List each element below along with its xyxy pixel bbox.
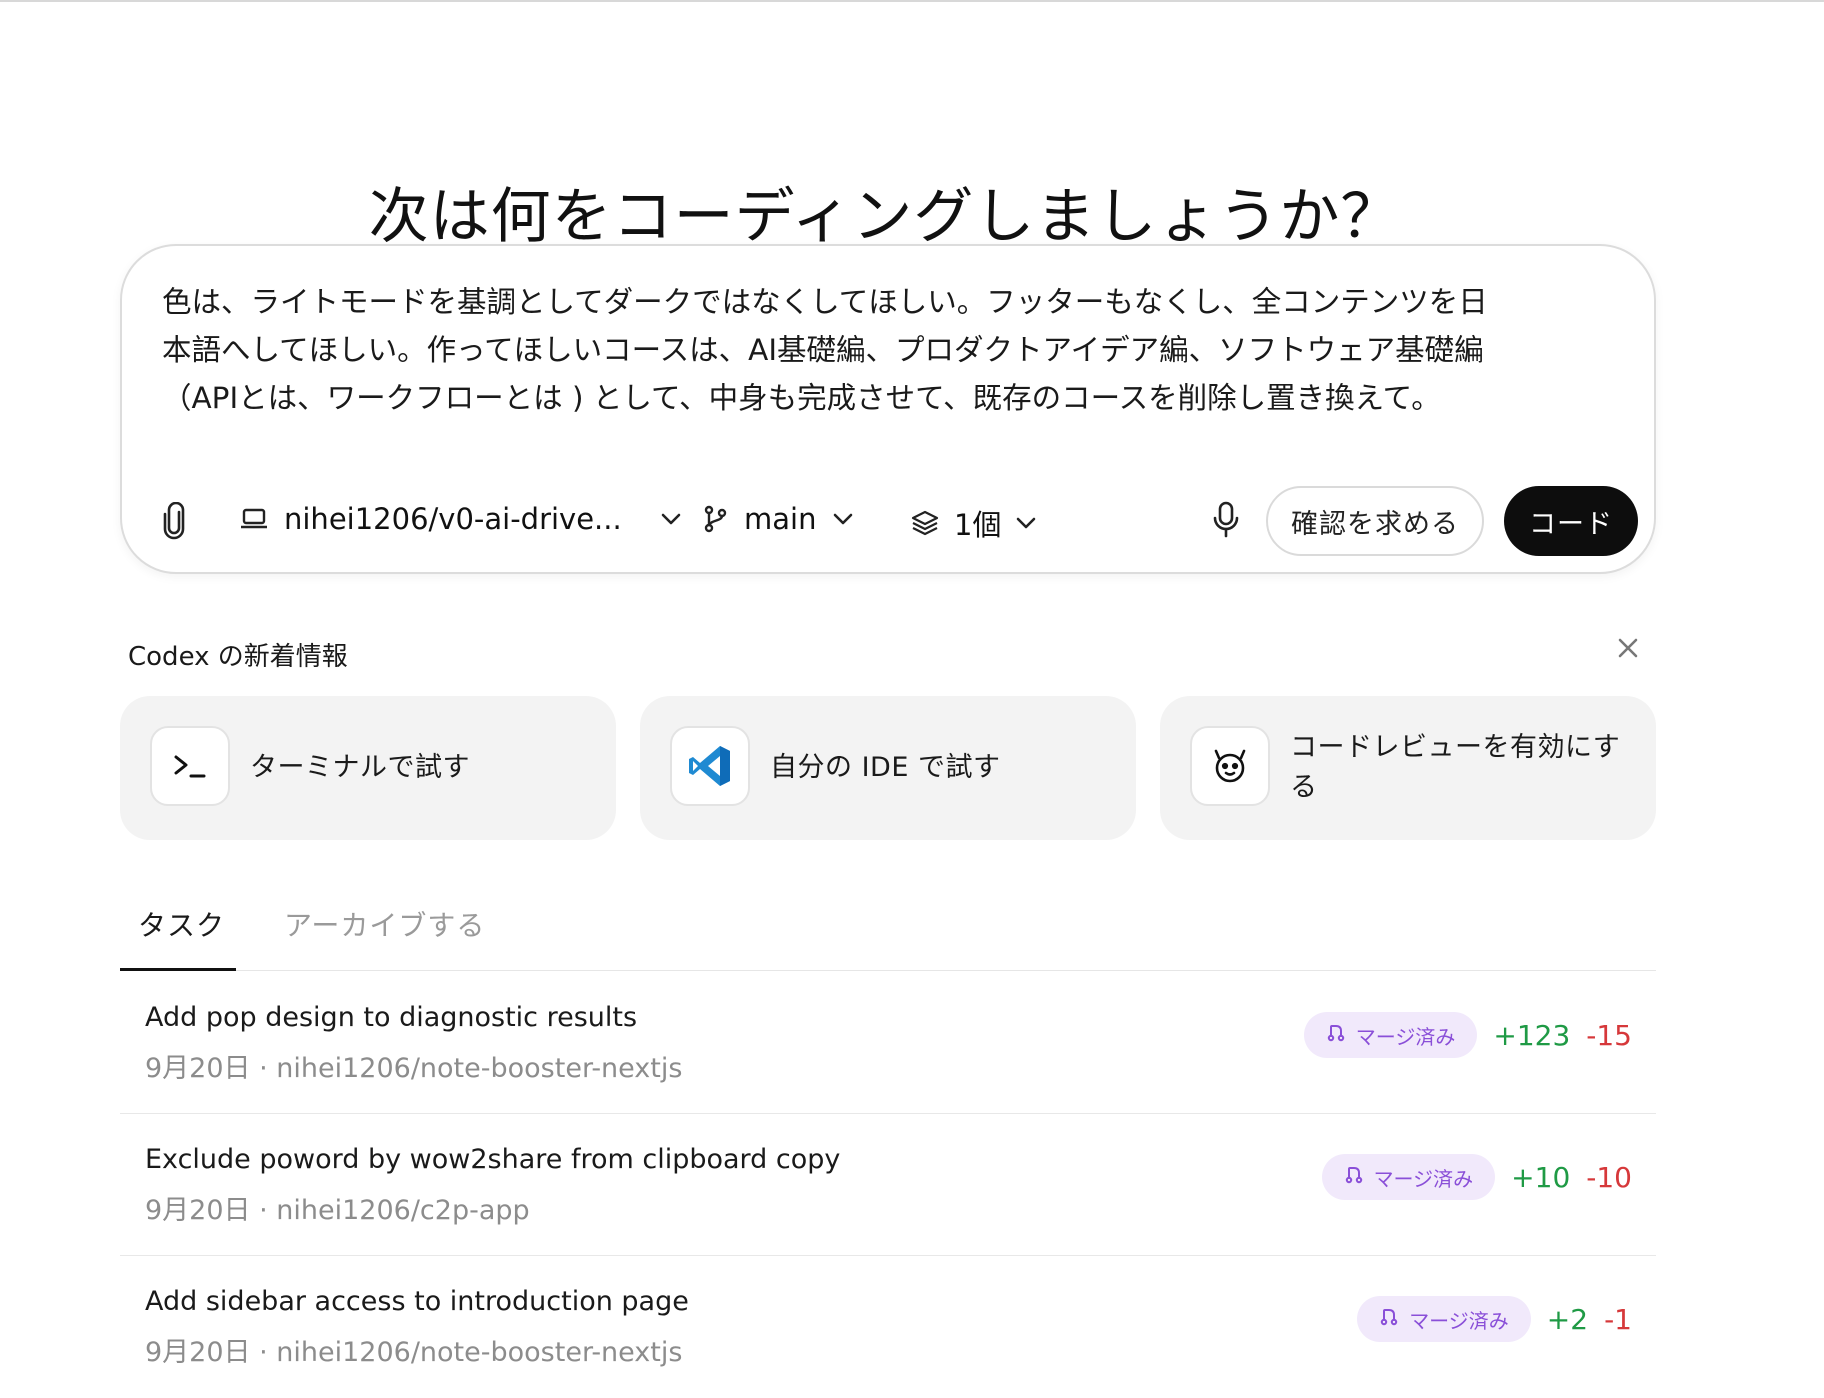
top-divider: [0, 0, 1824, 2]
task-meta: 9月20日 · nihei1206/note-booster-nextjs: [145, 1053, 683, 1084]
news-card-terminal[interactable]: ターミナルで試す: [120, 696, 616, 840]
news-card-ide[interactable]: 自分の IDE で試す: [640, 696, 1136, 840]
merge-icon: [1344, 1165, 1364, 1190]
voice-input-button[interactable]: [1212, 500, 1240, 540]
chevron-down-icon: [660, 512, 682, 526]
count-label: 1個: [954, 508, 1002, 542]
codex-bot-icon: [1190, 726, 1270, 806]
tab-archive[interactable]: アーカイブする: [284, 904, 485, 944]
tab-tasks[interactable]: タスク: [138, 904, 225, 944]
branch-selector[interactable]: main: [702, 502, 854, 536]
status-badge: マージ済み: [1321, 1154, 1496, 1200]
card-label: 自分の IDE で試す: [770, 752, 1001, 783]
microphone-icon: [1212, 500, 1240, 540]
ask-button[interactable]: 確認を求める: [1266, 486, 1484, 556]
vscode-icon: [670, 726, 750, 806]
task-row[interactable]: Add pop design to diagnostic results 9月2…: [120, 972, 1656, 1114]
task-title: Exclude poword by wow2share from clipboa…: [145, 1144, 841, 1175]
task-row[interactable]: Add sidebar access to introduction page …: [120, 1256, 1656, 1398]
laptop-icon: [240, 507, 268, 531]
deletions-count: -15: [1586, 1018, 1632, 1052]
additions-count: +123: [1493, 1018, 1571, 1052]
status-label: マージ済み: [1409, 1308, 1509, 1333]
close-icon[interactable]: [1614, 634, 1642, 666]
task-row[interactable]: Exclude poword by wow2share from clipboa…: [120, 1114, 1656, 1256]
paperclip-icon: [160, 502, 190, 540]
chevron-down-icon: [1015, 516, 1037, 530]
additions-count: +10: [1511, 1160, 1571, 1194]
task-title: Add sidebar access to introduction page: [145, 1286, 689, 1317]
prompt-composer: 色は、ライトモードを基調としてダークではなくしてほしい。フッターもなくし、全コン…: [120, 244, 1656, 574]
status-badge: マージ済み: [1303, 1012, 1478, 1058]
status-label: マージ済み: [1373, 1166, 1474, 1191]
attach-button[interactable]: [160, 502, 190, 540]
prompt-input[interactable]: 色は、ライトモードを基調としてダークではなくしてほしい。フッターもなくし、全コン…: [162, 278, 1622, 422]
repo-selector[interactable]: nihei1206/v0-ai-drive...: [240, 502, 682, 536]
additions-count: +2: [1546, 1302, 1589, 1336]
news-heading: Codex の新着情報: [128, 642, 348, 672]
repo-label: nihei1206/v0-ai-drive...: [284, 502, 622, 536]
terminal-icon: [150, 726, 230, 806]
task-title: Add pop design to diagnostic results: [145, 1002, 638, 1033]
task-meta: 9月20日 · nihei1206/note-booster-nextjs: [145, 1337, 683, 1368]
task-meta: 9月20日 · nihei1206/c2p-app: [145, 1195, 530, 1226]
deletions-count: -1: [1604, 1302, 1632, 1336]
code-button[interactable]: コード: [1504, 486, 1638, 556]
card-label: ターミナルで試す: [250, 752, 470, 783]
merge-icon: [1379, 1307, 1399, 1332]
status-label: マージ済み: [1355, 1024, 1456, 1049]
branch-label: main: [744, 502, 817, 536]
status-badge: マージ済み: [1357, 1296, 1531, 1342]
merge-icon: [1326, 1023, 1346, 1048]
active-tab-indicator: [120, 968, 236, 971]
layers-icon: [910, 509, 940, 537]
tabs-divider: [120, 970, 1656, 971]
card-label: コードレビューを有効にす る: [1290, 732, 1621, 803]
page-title: 次は何をコーディングしましょうか？: [368, 182, 1402, 253]
news-card-code-review[interactable]: コードレビューを有効にす る: [1160, 696, 1656, 840]
deletions-count: -10: [1586, 1160, 1632, 1194]
git-branch-icon: [702, 505, 728, 533]
chevron-down-icon: [832, 512, 854, 526]
version-count-selector[interactable]: 1個: [910, 502, 1037, 544]
